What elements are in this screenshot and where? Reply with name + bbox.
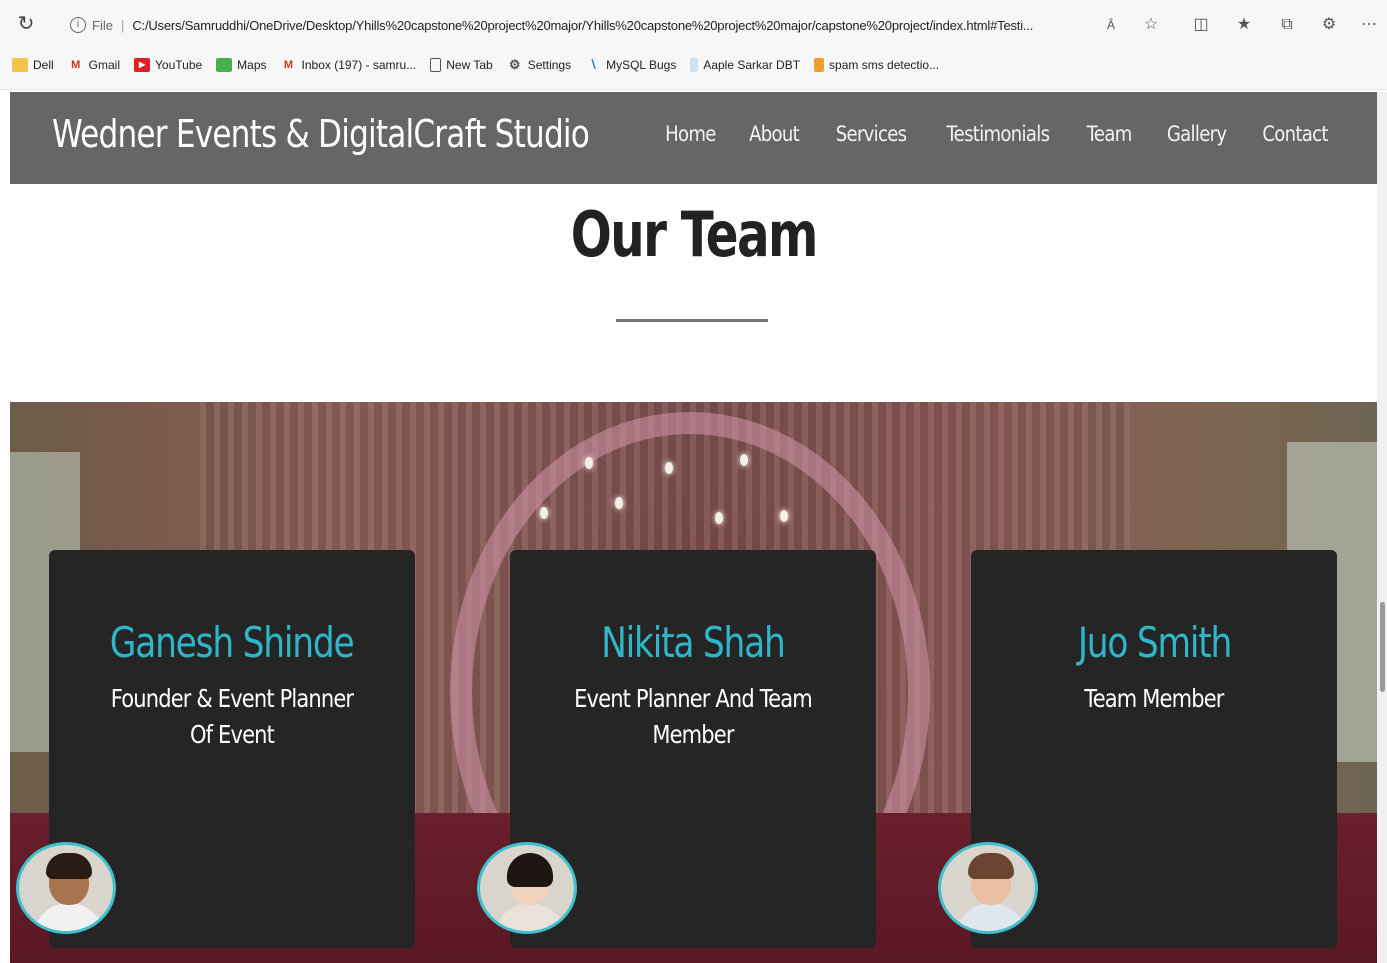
- site-brand[interactable]: Wedner Events & DigitalCraft Studio: [52, 112, 590, 156]
- bookmark-maps[interactable]: Maps: [216, 58, 267, 72]
- bookmark-settings[interactable]: ⚙ Settings: [507, 57, 572, 73]
- bookmarks-list: Dell M Gmail ▶ YouTube Maps M Inbox (197) -…: [12, 58, 939, 72]
- url-text[interactable]: C:/Users/Samruddhi/OneDrive/Desktop/Yhil…: [132, 18, 1033, 33]
- bookmark-inbox[interactable]: M Inbox (197) - samru...: [281, 58, 417, 72]
- nav-services[interactable]: Services: [835, 122, 906, 146]
- favorites-list-icon[interactable]: ★: [1233, 14, 1255, 36]
- collections-icon[interactable]: ⧉: [1276, 14, 1298, 36]
- bookmark-label: New Tab: [446, 58, 493, 72]
- background-bulb: [585, 457, 593, 469]
- nav-home[interactable]: Home: [665, 122, 716, 146]
- address-bar[interactable]: i File | C:/Users/Samruddhi/OneDrive/Des…: [56, 8, 1176, 42]
- bookmark-label: Maps: [237, 58, 267, 72]
- member-role-text: Team Member: [1084, 684, 1224, 713]
- extensions-icon[interactable]: ⚙: [1318, 14, 1340, 36]
- split-screen-icon[interactable]: ◫: [1190, 14, 1212, 36]
- background-bulb: [540, 507, 548, 519]
- bookmark-gmail[interactable]: M Gmail: [68, 58, 120, 72]
- member-role: Founder & Event Planner Of Event: [72, 681, 392, 753]
- background-bulb: [780, 510, 788, 522]
- browser-toolbar: ↻ i File | C:/Users/Samruddhi/OneDrive/D…: [0, 0, 1387, 50]
- favorite-star-icon[interactable]: ☆: [1140, 14, 1162, 36]
- member-role: Team Member: [994, 681, 1314, 717]
- member-role: Event Planner And Team Member: [533, 681, 853, 753]
- avatar-shirt: [955, 903, 1027, 931]
- bookmark-label: spam sms detectio...: [829, 58, 940, 72]
- gear-icon: ⚙: [508, 57, 521, 72]
- bookmark-spam-sms[interactable]: spam sms detectio...: [814, 58, 939, 72]
- bookmark-label: MySQL Bugs: [606, 58, 677, 72]
- site-icon: [814, 58, 825, 72]
- avatar-hair: [507, 853, 553, 887]
- background-bulb: [740, 454, 748, 466]
- bookmark-label: Gmail: [88, 58, 121, 72]
- background-bulb: [665, 462, 673, 474]
- avatar-hair: [46, 853, 92, 879]
- info-icon[interactable]: i: [70, 17, 86, 33]
- gmail-icon: M: [71, 59, 81, 71]
- folder-icon: [12, 58, 28, 72]
- file-label: File: [92, 17, 113, 33]
- title-divider: [616, 319, 768, 322]
- bookmark-label: YouTube: [155, 58, 203, 72]
- background-bulb: [615, 497, 623, 509]
- bookmark-label: Aaple Sarkar DBT: [703, 58, 801, 72]
- avatar-hair: [968, 853, 1014, 879]
- page-icon: [430, 58, 442, 72]
- avatar-shirt: [33, 903, 105, 931]
- bookmark-new-tab[interactable]: New Tab: [430, 58, 493, 72]
- mysql-icon: ∖: [589, 59, 597, 71]
- bookmark-youtube[interactable]: ▶ YouTube: [134, 58, 202, 72]
- maps-icon: [216, 58, 233, 72]
- bookmark-label: Settings: [527, 58, 572, 72]
- bookmark-label: Inbox (197) - samru...: [301, 58, 417, 72]
- nav-team[interactable]: Team: [1087, 122, 1133, 146]
- address-separator: |: [120, 17, 125, 33]
- member-name: Juo Smith: [971, 618, 1337, 667]
- section-title: Our Team: [0, 198, 1387, 271]
- bookmark-aaple-sarkar[interactable]: Aaple Sarkar DBT: [690, 58, 800, 72]
- main-nav: Home About Services Testimonials Team Ga…: [661, 122, 1333, 146]
- member-name: Nikita Shah: [510, 618, 876, 667]
- nav-contact[interactable]: Contact: [1262, 122, 1328, 146]
- reload-icon[interactable]: ↻: [14, 12, 38, 36]
- page-scrollbar[interactable]: [1377, 92, 1387, 963]
- avatar-juo: [938, 842, 1038, 934]
- member-name: Ganesh Shinde: [49, 618, 415, 667]
- scrollbar-thumb[interactable]: [1380, 602, 1385, 692]
- background-bulb: [715, 512, 723, 524]
- avatar-ganesh: [16, 842, 116, 934]
- bookmark-label: Dell: [33, 58, 54, 72]
- team-section: Ganesh Shinde Founder & Event Planner Of…: [10, 402, 1377, 963]
- nav-testimonials[interactable]: Testimonials: [946, 122, 1050, 146]
- bookmark-mysql[interactable]: ∖ MySQL Bugs: [585, 58, 677, 72]
- more-menu-icon[interactable]: ⋯: [1358, 14, 1380, 36]
- member-role-text: Event Planner And Team Member: [574, 684, 813, 749]
- avatar-shirt: [494, 903, 566, 931]
- member-name-text: Nikita Shah: [601, 618, 786, 667]
- nav-about[interactable]: About: [750, 122, 801, 146]
- nav-gallery[interactable]: Gallery: [1167, 122, 1227, 146]
- site-icon: [690, 58, 699, 72]
- site-header: Wedner Events & DigitalCraft Studio Home…: [10, 92, 1377, 184]
- youtube-icon: ▶: [134, 58, 151, 72]
- member-role-text: Founder & Event Planner Of Event: [110, 684, 354, 749]
- member-name-text: Juo Smith: [1077, 618, 1231, 667]
- section-title-text: Our Team: [570, 198, 818, 271]
- bookmark-dell[interactable]: Dell: [12, 58, 54, 72]
- member-name-text: Ganesh Shinde: [110, 618, 355, 667]
- avatar-nikita: [477, 842, 577, 934]
- read-aloud-icon[interactable]: Â: [1100, 14, 1122, 36]
- gmail-icon: M: [283, 59, 294, 71]
